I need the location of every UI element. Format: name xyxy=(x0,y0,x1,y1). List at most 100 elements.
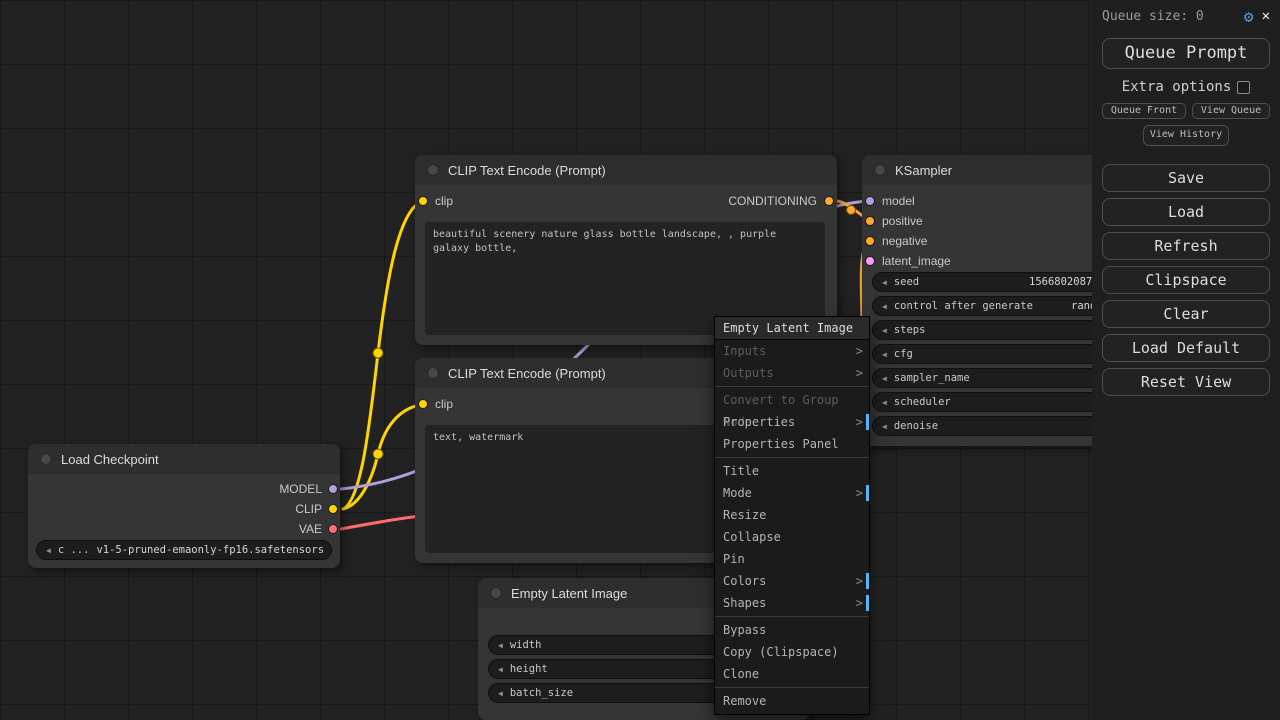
menu-item-bypass[interactable]: Bypass xyxy=(715,619,869,641)
link-dot xyxy=(847,206,856,215)
view-history-button[interactable]: View History xyxy=(1143,125,1229,146)
queue-prompt-button[interactable]: Queue Prompt xyxy=(1102,38,1270,69)
widget-label: control after generate xyxy=(894,300,1033,312)
widget-left-arrow-icon[interactable]: ◀ xyxy=(498,689,503,698)
menu-item-clone[interactable]: Clone xyxy=(715,663,869,685)
menu-item-colors[interactable]: Colors > xyxy=(715,570,869,592)
save-button[interactable]: Save xyxy=(1102,164,1270,192)
menu-divider xyxy=(715,386,869,387)
input-label-negative: negative xyxy=(882,234,927,248)
collapse-dot-icon[interactable] xyxy=(490,587,502,599)
collapse-dot-icon[interactable] xyxy=(427,164,439,176)
widget-left-arrow-icon[interactable]: ◀ xyxy=(882,326,887,335)
input-dot-clip[interactable] xyxy=(418,399,428,409)
combo-label: c ... xyxy=(58,544,90,556)
combo-left-arrow-icon[interactable]: ◀ xyxy=(46,546,51,555)
widget-left-arrow-icon[interactable]: ◀ xyxy=(882,398,887,407)
input-dot-negative[interactable] xyxy=(865,236,875,246)
reset-view-button[interactable]: Reset View xyxy=(1102,368,1270,396)
input-dot-latent-image[interactable] xyxy=(865,256,875,266)
submenu-arrow-icon: > xyxy=(856,411,863,433)
node-title-bar[interactable]: CLIP Text Encode (Prompt) xyxy=(415,155,837,185)
output-label-model: MODEL xyxy=(279,482,322,496)
menu-item-properties-panel[interactable]: Properties Panel xyxy=(715,433,869,455)
sidebar-menu: Queue size: 0 ⚙ ✕ Queue Prompt Extra opt… xyxy=(1092,0,1280,720)
widget-label: steps xyxy=(894,324,926,336)
widget-left-arrow-icon[interactable]: ◀ xyxy=(882,374,887,383)
menu-item-outputs: Outputs > xyxy=(715,362,869,384)
output-dot-clip[interactable] xyxy=(328,504,338,514)
submenu-arrow-icon: > xyxy=(856,570,863,592)
input-dot-model[interactable] xyxy=(865,196,875,206)
menu-item-remove[interactable]: Remove xyxy=(715,690,869,712)
context-menu: Empty Latent Image Inputs > Outputs > Co… xyxy=(714,316,870,715)
submenu-arrow-icon: > xyxy=(856,482,863,504)
combo-right-arrow-icon[interactable]: ▶ xyxy=(331,546,332,555)
menu-item-copy-clipspace[interactable]: Copy (Clipspace) xyxy=(715,641,869,663)
input-dot-positive[interactable] xyxy=(865,216,875,226)
menu-item-pin[interactable]: Pin xyxy=(715,548,869,570)
output-label-vae: VAE xyxy=(299,522,322,536)
queue-front-button[interactable]: Queue Front xyxy=(1102,103,1186,119)
node-load-checkpoint[interactable]: Load Checkpoint MODEL CLIP VAE ◀ c ... v… xyxy=(28,444,340,568)
submenu-arrow-icon: > xyxy=(856,340,863,362)
input-label-clip: clip xyxy=(435,194,453,208)
widget-left-arrow-icon[interactable]: ◀ xyxy=(498,665,503,674)
widget-label: denoise xyxy=(894,420,938,432)
output-dot-model[interactable] xyxy=(328,484,338,494)
menu-divider xyxy=(715,457,869,458)
collapse-dot-icon[interactable] xyxy=(40,453,52,465)
link-dot xyxy=(373,348,383,358)
refresh-button[interactable]: Refresh xyxy=(1102,232,1270,260)
input-label-model: model xyxy=(882,194,915,208)
collapse-dot-icon[interactable] xyxy=(874,164,886,176)
widget-left-arrow-icon[interactable]: ◀ xyxy=(882,350,887,359)
output-label-conditioning: CONDITIONING xyxy=(728,194,817,208)
clipspace-button[interactable]: Clipspace xyxy=(1102,266,1270,294)
submenu-arrow-icon: > xyxy=(856,362,863,384)
widget-label: batch_size xyxy=(510,687,573,699)
view-queue-button[interactable]: View Queue xyxy=(1192,103,1270,119)
node-title: CLIP Text Encode (Prompt) xyxy=(448,366,606,381)
combo-value: v1-5-pruned-emaonly-fp16.safetensors xyxy=(96,544,324,556)
widget-left-arrow-icon[interactable]: ◀ xyxy=(882,278,887,287)
menu-item-properties[interactable]: Properties > xyxy=(715,411,869,433)
widget-label: width xyxy=(510,639,542,651)
node-title: Load Checkpoint xyxy=(61,452,159,467)
widget-label: cfg xyxy=(894,348,913,360)
widget-label: sampler_name xyxy=(894,372,970,384)
load-default-button[interactable]: Load Default xyxy=(1102,334,1270,362)
node-title: KSampler xyxy=(895,163,952,178)
queue-size-label: Queue size: 0 xyxy=(1102,9,1236,24)
output-dot-vae[interactable] xyxy=(328,524,338,534)
collapse-dot-icon[interactable] xyxy=(427,367,439,379)
comfyui-canvas[interactable]: Load Checkpoint MODEL CLIP VAE ◀ c ... v… xyxy=(0,0,1280,720)
output-label-clip: CLIP xyxy=(295,502,322,516)
node-title: CLIP Text Encode (Prompt) xyxy=(448,163,606,178)
menu-item-resize[interactable]: Resize xyxy=(715,504,869,526)
menu-item-mode[interactable]: Mode > xyxy=(715,482,869,504)
menu-item-collapse[interactable]: Collapse xyxy=(715,526,869,548)
widget-left-arrow-icon[interactable]: ◀ xyxy=(882,422,887,431)
input-label-latent-image: latent_image xyxy=(882,254,951,268)
widget-left-arrow-icon[interactable]: ◀ xyxy=(882,302,887,311)
extra-options-checkbox[interactable] xyxy=(1237,81,1250,94)
node-title: Empty Latent Image xyxy=(511,586,627,601)
link-dot xyxy=(373,449,383,459)
output-dot-conditioning[interactable] xyxy=(824,196,834,206)
widget-label: seed xyxy=(894,276,919,288)
load-button[interactable]: Load xyxy=(1102,198,1270,226)
input-dot-clip[interactable] xyxy=(418,196,428,206)
clear-button[interactable]: Clear xyxy=(1102,300,1270,328)
settings-gear-icon[interactable]: ⚙ xyxy=(1244,7,1254,26)
submenu-arrow-icon: > xyxy=(856,592,863,614)
close-icon[interactable]: ✕ xyxy=(1262,8,1270,24)
widget-left-arrow-icon[interactable]: ◀ xyxy=(498,641,503,650)
widget-value: 1566802087 xyxy=(1029,276,1092,288)
menu-item-title[interactable]: Title xyxy=(715,460,869,482)
input-label-positive: positive xyxy=(882,214,923,228)
node-title-bar[interactable]: Load Checkpoint xyxy=(28,444,340,474)
ckpt-name-combo[interactable]: ◀ c ... v1-5-pruned-emaonly-fp16.safeten… xyxy=(36,540,332,560)
menu-divider xyxy=(715,687,869,688)
menu-item-shapes[interactable]: Shapes > xyxy=(715,592,869,614)
